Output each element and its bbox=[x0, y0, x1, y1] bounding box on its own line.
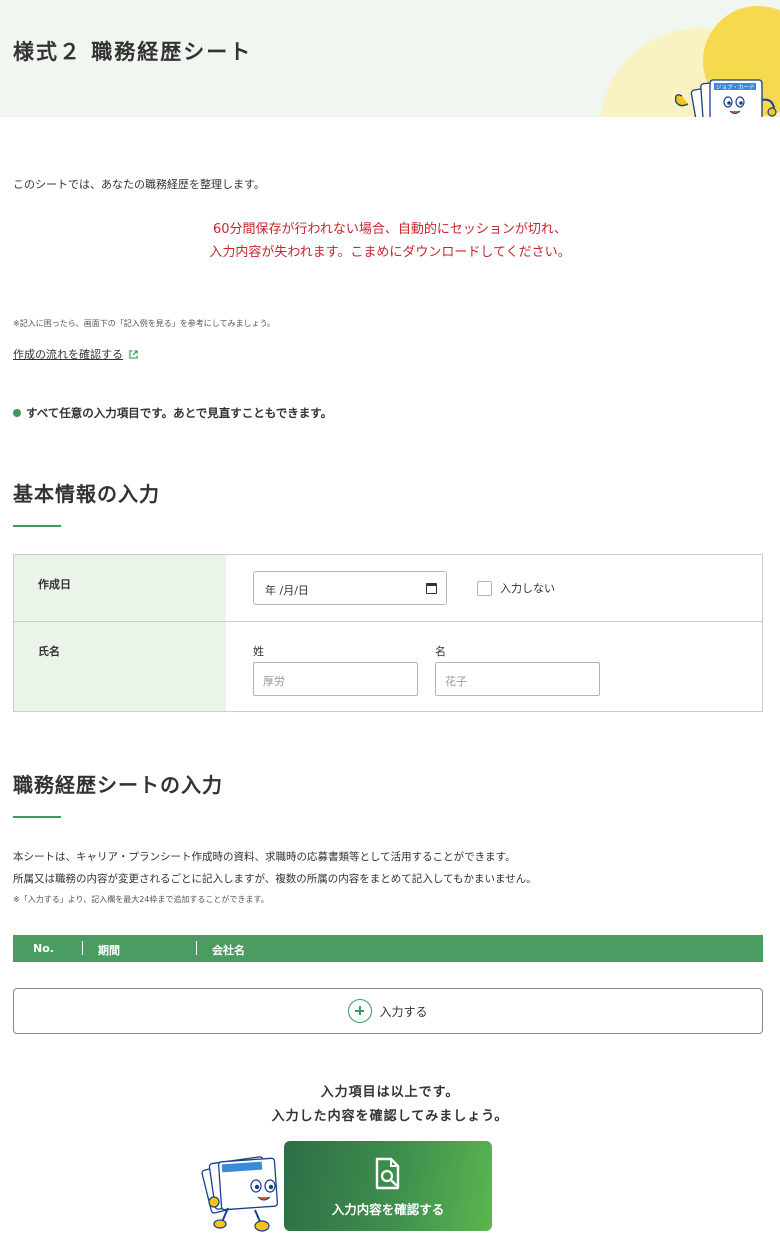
basic-info-table: 作成日 年 /月/日 入力しない 氏名 姓 厚労 名 花子 bbox=[13, 554, 763, 712]
job-card-mascot-bottom-icon bbox=[201, 1156, 279, 1232]
name-row: 氏名 姓 厚労 名 花子 bbox=[14, 622, 762, 711]
flow-link[interactable]: 作成の流れを確認する bbox=[13, 346, 138, 362]
career-table-header: No. 期間 会社名 bbox=[13, 935, 763, 962]
section-underline bbox=[13, 525, 61, 527]
plus-circle-icon bbox=[348, 999, 373, 1023]
last-name-label: 姓 bbox=[253, 645, 264, 658]
hint-text: ※記入に困ったら、画面下の「記入例を見る」を参考にしてみましょう。 bbox=[13, 319, 275, 328]
flow-link-label[interactable]: 作成の流れを確認する bbox=[13, 346, 123, 362]
date-row: 作成日 年 /月/日 入力しない bbox=[14, 555, 762, 622]
date-input[interactable]: 年 /月/日 bbox=[253, 571, 447, 605]
date-label-cell: 作成日 bbox=[14, 555, 226, 621]
add-entry-label: 入力する bbox=[379, 1004, 428, 1019]
intro-text: このシートでは、あなたの職務経歴を整理します。 bbox=[13, 178, 265, 191]
last-name-placeholder: 厚労 bbox=[263, 675, 285, 688]
add-entry-button[interactable]: 入力する bbox=[13, 988, 763, 1034]
column-company: 会社名 bbox=[212, 944, 245, 957]
green-dot-icon bbox=[13, 409, 21, 417]
session-warning-line1: 60分間保存が行われない場合、自動的にセッションが切れ、 bbox=[212, 222, 568, 237]
column-divider bbox=[82, 941, 83, 955]
career-desc-1: 本シートは、キャリア・プランシート作成時の資料、求職時の応募書類等として活用する… bbox=[13, 851, 516, 863]
end-message-line2: 入力した内容を確認してみましょう。 bbox=[271, 1109, 509, 1124]
last-name-input[interactable]: 厚労 bbox=[253, 662, 418, 696]
column-divider bbox=[196, 941, 197, 955]
career-desc-note: ※「入力する」より、記入欄を最大24枠まで追加することができます。 bbox=[13, 895, 269, 904]
no-input-checkbox[interactable] bbox=[477, 580, 492, 596]
column-no: No. bbox=[33, 942, 54, 955]
session-warning-line2: 入力内容が失われます。こまめにダウンロードしてください。 bbox=[209, 245, 571, 260]
basic-info-title: 基本情報の入力 bbox=[13, 482, 160, 506]
optional-note: すべて任意の入力項目です。あとで見直すこともできます。 bbox=[13, 405, 332, 421]
confirm-input-button[interactable]: 入力内容を確認する bbox=[284, 1141, 492, 1231]
section-underline bbox=[13, 816, 61, 818]
first-name-input[interactable]: 花子 bbox=[435, 662, 600, 696]
end-message-line1: 入力項目は以上です。 bbox=[320, 1085, 460, 1100]
column-period: 期間 bbox=[98, 944, 120, 957]
no-input-text: 入力しない bbox=[500, 582, 555, 595]
confirm-button-label: 入力内容を確認する bbox=[331, 1202, 445, 1217]
first-name-label: 名 bbox=[435, 645, 446, 658]
page-title: 様式２ 職務経歴シート bbox=[13, 40, 253, 64]
name-label-cell: 氏名 bbox=[14, 622, 226, 711]
page-header: 様式２ 職務経歴シート ジョブ・カード bbox=[0, 0, 780, 117]
date-label: 作成日 bbox=[38, 578, 71, 591]
document-search-icon bbox=[375, 1157, 400, 1190]
career-section-title: 職務経歴シートの入力 bbox=[13, 773, 223, 797]
career-desc-2: 所属又は職務の内容が変更されるごとに記入しますが、複数の所属の内容をまとめて記入… bbox=[13, 873, 537, 885]
job-card-mascot-icon: ジョブ・カード bbox=[674, 79, 777, 117]
name-label: 氏名 bbox=[38, 645, 60, 658]
external-link-icon bbox=[129, 349, 138, 359]
first-name-placeholder: 花子 bbox=[445, 675, 467, 688]
no-input-checkbox-label[interactable]: 入力しない bbox=[477, 580, 555, 596]
optional-note-text: すべて任意の入力項目です。あとで見直すこともできます。 bbox=[26, 406, 333, 420]
calendar-icon[interactable] bbox=[426, 583, 437, 594]
date-value: 年 /月/日 bbox=[265, 584, 309, 597]
mascot-text: ジョブ・カード bbox=[716, 83, 755, 91]
